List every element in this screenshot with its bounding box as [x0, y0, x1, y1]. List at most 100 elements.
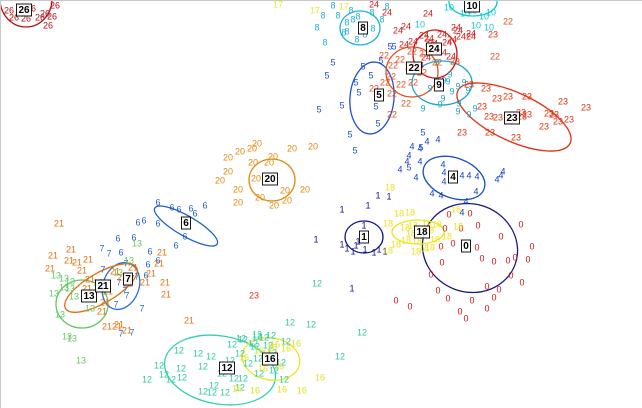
data-point-21: 21: [64, 255, 74, 265]
data-point-7: 7: [106, 248, 111, 258]
data-point-21: 21: [102, 321, 112, 331]
data-point-21: 21: [128, 262, 138, 272]
data-point-18: 18: [400, 222, 410, 232]
data-point-4: 4: [438, 190, 443, 200]
data-point-0: 0: [445, 293, 450, 303]
data-point-24: 24: [408, 36, 418, 46]
data-point-12: 12: [154, 360, 164, 370]
data-point-6: 6: [202, 200, 207, 210]
data-point-18: 18: [391, 239, 401, 249]
data-point-17: 17: [339, 1, 349, 11]
data-point-22: 22: [401, 98, 411, 108]
data-point-26: 26: [50, 1, 60, 10]
data-point-22: 22: [387, 88, 397, 98]
data-point-0: 0: [525, 254, 530, 264]
data-point-8: 8: [354, 34, 359, 44]
data-point-0: 0: [435, 285, 440, 295]
data-point-1: 1: [339, 239, 344, 249]
data-point-17: 17: [273, 1, 283, 9]
data-point-22: 22: [503, 16, 513, 26]
data-point-0: 0: [498, 231, 503, 241]
data-point-24: 24: [382, 7, 392, 17]
data-point-6: 6: [176, 204, 181, 214]
data-point-12: 12: [166, 374, 176, 384]
data-point-21: 21: [154, 258, 164, 268]
data-point-12: 12: [279, 374, 289, 384]
data-point-4: 4: [406, 150, 411, 160]
data-point-10: 10: [486, 7, 496, 17]
data-point-8: 8: [335, 10, 340, 20]
centroid-label: 20: [264, 174, 276, 185]
centroid-label: 0: [463, 241, 469, 252]
data-point-0: 0: [467, 208, 472, 218]
data-point-12: 12: [312, 278, 322, 288]
cluster-centroid-24: 24: [426, 42, 442, 56]
data-point-18: 18: [385, 182, 395, 192]
data-point-6: 6: [147, 246, 152, 256]
data-point-5: 5: [373, 101, 378, 111]
data-point-23: 23: [488, 29, 498, 39]
data-point-23: 23: [522, 91, 532, 101]
data-point-13: 13: [49, 288, 59, 298]
cluster-centroid-6: 6: [181, 216, 191, 230]
data-point-20: 20: [287, 143, 297, 153]
data-point-1: 1: [365, 200, 370, 210]
data-point-21: 21: [146, 268, 156, 278]
data-point-21: 21: [161, 289, 171, 299]
data-point-16: 16: [267, 342, 277, 352]
data-point-13: 13: [62, 331, 72, 341]
data-point-8: 8: [344, 17, 349, 27]
data-point-5: 5: [391, 41, 396, 51]
data-point-12: 12: [285, 317, 295, 327]
data-point-23: 23: [564, 114, 574, 124]
data-point-21: 21: [85, 274, 95, 284]
data-point-22: 22: [395, 54, 405, 64]
data-point-12: 12: [335, 351, 345, 361]
data-point-5: 5: [352, 145, 357, 155]
data-point-12: 12: [198, 386, 208, 396]
data-point-13: 13: [59, 273, 69, 283]
data-point-5: 5: [316, 104, 321, 114]
data-point-24: 24: [401, 21, 411, 31]
data-point-1: 1: [362, 244, 367, 254]
data-point-13: 13: [132, 238, 142, 248]
data-point-1: 1: [375, 190, 380, 200]
data-point-0: 0: [505, 255, 510, 265]
data-point-7: 7: [113, 299, 118, 309]
data-point-20: 20: [251, 173, 261, 183]
data-point-4: 4: [413, 172, 418, 182]
cluster-centroid-1: 1: [359, 230, 369, 244]
data-point-7: 7: [100, 264, 105, 274]
data-point-20: 20: [280, 185, 290, 195]
data-point-9: 9: [466, 109, 471, 119]
data-point-13: 13: [69, 291, 79, 301]
data-point-21: 21: [184, 315, 194, 325]
data-point-5: 5: [356, 87, 361, 97]
data-point-20: 20: [233, 197, 243, 207]
data-point-4: 4: [435, 134, 440, 144]
data-point-21: 21: [160, 277, 170, 287]
centroid-label: 6: [183, 218, 189, 229]
data-point-0: 0: [428, 269, 433, 279]
data-point-12: 12: [206, 351, 216, 361]
data-point-21: 21: [54, 218, 64, 228]
cluster-centroid-23: 23: [504, 111, 520, 125]
data-point-18: 18: [405, 207, 415, 217]
data-point-20: 20: [282, 195, 292, 205]
data-point-16: 16: [277, 384, 287, 394]
data-point-8: 8: [348, 5, 353, 15]
data-point-18: 18: [383, 218, 393, 228]
data-point-16: 16: [291, 338, 301, 348]
cluster-centroid-20: 20: [262, 172, 278, 186]
data-point-layer: 0000000000 0000 00000 00000000 00 0011 11 111 11…: [4, 1, 591, 397]
cluster-centroid-10: 10: [464, 1, 480, 13]
data-point-23: 23: [481, 83, 491, 93]
data-point-22: 22: [380, 77, 390, 87]
data-point-16: 16: [250, 385, 260, 395]
data-point-23: 23: [558, 96, 568, 106]
data-point-1: 1: [361, 220, 366, 230]
cluster-centroid-22: 22: [406, 61, 422, 75]
data-point-0: 0: [457, 306, 462, 316]
data-point-12: 12: [238, 334, 248, 344]
data-point-22: 22: [396, 79, 406, 89]
